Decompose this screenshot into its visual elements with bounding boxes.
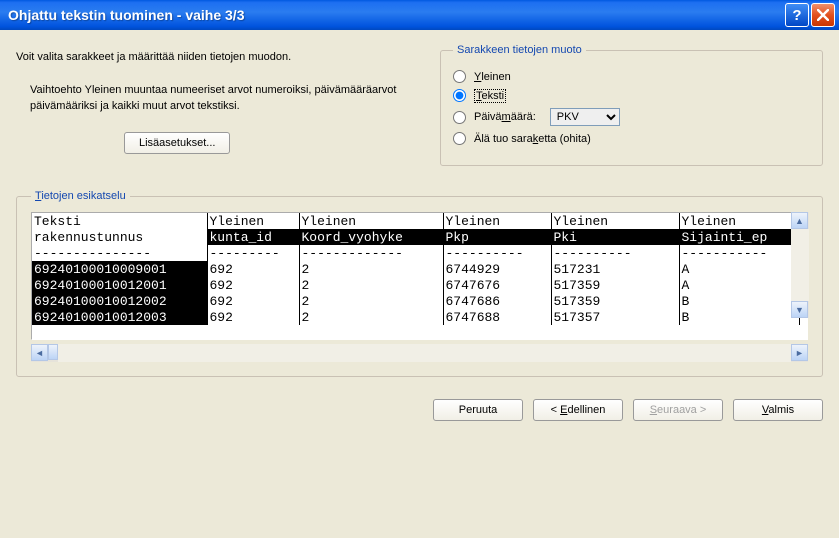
- preview-grid[interactable]: TekstiYleinenYleinenYleinenYleinenYleine…: [31, 212, 808, 340]
- radio-general-label: Yleinen: [474, 71, 511, 83]
- cancel-button[interactable]: Peruuta: [433, 399, 523, 421]
- scroll-right-icon[interactable]: ►: [791, 344, 808, 361]
- help-button[interactable]: ?: [785, 3, 809, 27]
- scroll-thumb[interactable]: [48, 344, 58, 360]
- column-name[interactable]: Pki: [551, 229, 679, 245]
- radio-text-label: Teksti: [474, 90, 506, 102]
- close-icon: [817, 9, 829, 21]
- preview-legend: Tietojen esikatselu: [31, 190, 130, 202]
- wizard-buttons: Peruuta < Edellinen Seuraava > Valmis: [16, 399, 823, 421]
- horizontal-scrollbar[interactable]: ◄ ►: [31, 344, 808, 362]
- column-type[interactable]: Teksti: [32, 213, 207, 229]
- advanced-button[interactable]: Lisäasetukset...: [124, 132, 230, 154]
- column-name[interactable]: Pkp: [443, 229, 551, 245]
- column-type[interactable]: Yleinen: [299, 213, 443, 229]
- scroll-left-icon[interactable]: ◄: [31, 344, 48, 361]
- date-format-select[interactable]: PKV: [550, 108, 620, 126]
- scroll-up-icon[interactable]: ▲: [791, 212, 808, 229]
- column-format-group: Sarakkeen tietojen muoto Yleinen Teksti …: [440, 44, 823, 166]
- next-button: Seuraava >: [633, 399, 723, 421]
- vertical-scrollbar[interactable]: ▲ ▼: [791, 212, 809, 318]
- table-row[interactable]: 6924010001001200269226747686517359B: [32, 293, 799, 309]
- column-name[interactable]: Koord_vyohyke: [299, 229, 443, 245]
- description-text: Vaihtoehto Yleinen muuntaa numeeriset ar…: [30, 83, 416, 114]
- radio-date-label: Päivämäärä:: [474, 111, 536, 123]
- close-button[interactable]: [811, 3, 835, 27]
- column-type[interactable]: Yleinen: [679, 213, 799, 229]
- radio-general[interactable]: [453, 70, 466, 83]
- instruction-text: Voit valita sarakkeet ja määrittää niide…: [16, 50, 416, 65]
- back-button[interactable]: < Edellinen: [533, 399, 623, 421]
- column-name[interactable]: rakennustunnus: [32, 229, 207, 245]
- column-name[interactable]: kunta_id: [207, 229, 299, 245]
- radio-skip[interactable]: [453, 132, 466, 145]
- table-row[interactable]: 6924010001001200369226747688517357B: [32, 309, 799, 325]
- column-type[interactable]: Yleinen: [551, 213, 679, 229]
- column-type[interactable]: Yleinen: [443, 213, 551, 229]
- radio-skip-label: Älä tuo saraketta (ohita): [474, 133, 591, 145]
- window-title: Ohjattu tekstin tuominen - vaihe 3/3: [8, 7, 783, 23]
- radio-date[interactable]: [453, 111, 466, 124]
- scroll-down-icon[interactable]: ▼: [791, 301, 808, 318]
- column-type[interactable]: Yleinen: [207, 213, 299, 229]
- finish-button[interactable]: Valmis: [733, 399, 823, 421]
- column-name[interactable]: Sijainti_ep: [679, 229, 799, 245]
- preview-group: Tietojen esikatselu TekstiYleinenYleinen…: [16, 190, 823, 377]
- titlebar: Ohjattu tekstin tuominen - vaihe 3/3 ?: [0, 0, 839, 30]
- table-row[interactable]: 6924010001001200169226747676517359A: [32, 277, 799, 293]
- radio-text[interactable]: [453, 89, 466, 102]
- table-row[interactable]: 6924010001000900169226744929517231A: [32, 261, 799, 277]
- format-legend: Sarakkeen tietojen muoto: [453, 44, 586, 56]
